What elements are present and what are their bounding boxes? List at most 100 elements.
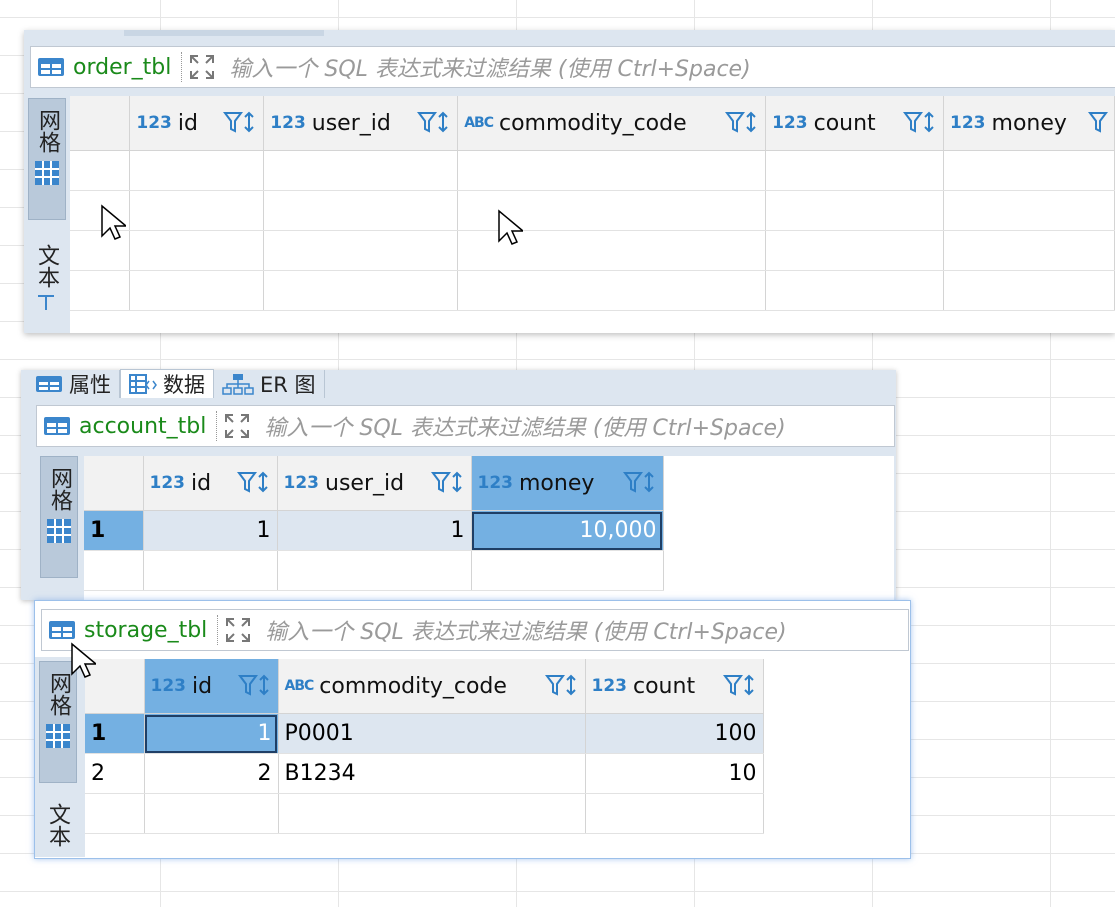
cell[interactable] — [143, 550, 278, 591]
row-header[interactable]: 2 — [85, 753, 145, 794]
view-switcher: 网格 文本 — [35, 657, 85, 857]
column-label: commodity_code — [498, 110, 687, 136]
cell[interactable] — [129, 270, 265, 311]
row-header[interactable] — [70, 150, 131, 191]
column-header-id[interactable]: 123 id — [144, 659, 279, 714]
filter-sort-icon[interactable] — [544, 673, 579, 699]
filter-sort-icon[interactable] — [622, 470, 657, 496]
row-header[interactable]: 1 — [85, 713, 145, 754]
cell[interactable] — [765, 150, 945, 191]
separator — [217, 615, 219, 645]
tab-label: ER 图 — [260, 373, 316, 397]
mouse-cursor-icon — [71, 642, 96, 678]
cell-commodity-code[interactable]: B1234 — [278, 753, 586, 794]
expand-icon[interactable] — [225, 617, 251, 643]
tab-data[interactable]: 数据 — [120, 369, 214, 398]
cell[interactable] — [471, 550, 664, 591]
table-row[interactable]: 1 1 1 10,000 — [84, 510, 894, 551]
cell[interactable] — [263, 270, 459, 311]
row-header[interactable] — [70, 270, 131, 311]
cell[interactable] — [765, 230, 945, 271]
filter-sort-icon[interactable] — [223, 110, 257, 136]
filter-sort-icon[interactable] — [417, 110, 451, 136]
cell[interactable] — [129, 190, 265, 231]
table-row[interactable]: 1 1 P0001 100 — [85, 713, 909, 754]
cell-id[interactable]: 1 — [143, 510, 278, 551]
cell-money[interactable]: 10,000 — [471, 510, 664, 551]
mouse-cursor-icon — [498, 209, 523, 245]
filter-sort-icon[interactable] — [430, 470, 465, 496]
column-header-commodity-code[interactable]: ABC commodity_code — [457, 96, 767, 151]
table-row — [70, 230, 1115, 271]
column-header-commodity-code[interactable]: ABC commodity_code — [278, 659, 586, 714]
table-row — [70, 270, 1115, 311]
row-filler — [763, 794, 909, 834]
column-header-user-id[interactable]: 123 user_id — [263, 96, 459, 151]
column-header-id[interactable]: 123 id — [129, 96, 265, 151]
filter-input[interactable]: 输入一个 SQL 表达式来过滤结果 (使用 Ctrl+Space) — [265, 614, 786, 646]
row-header[interactable] — [84, 550, 144, 591]
separator — [216, 411, 218, 441]
column-header-money[interactable]: 123 money — [943, 96, 1115, 151]
cell-id[interactable]: 1 — [144, 713, 279, 754]
column-header-count[interactable]: 123 count — [765, 96, 945, 151]
cell[interactable] — [585, 793, 764, 834]
header-row: 123 id 123 user_id ABC commodity_code 123 co… — [70, 96, 1115, 151]
number-type-icon: 123 — [950, 113, 986, 133]
table-row[interactable]: 2 2 B1234 10 — [85, 753, 909, 794]
corner-cell[interactable] — [70, 96, 131, 151]
column-header-count[interactable]: 123 count — [585, 659, 764, 714]
filter-sort-icon[interactable] — [903, 110, 937, 136]
cell[interactable] — [263, 190, 459, 231]
cell-user-id[interactable]: 1 — [277, 510, 472, 551]
tab-er-diagram[interactable]: ER 图 — [214, 370, 325, 398]
cell[interactable] — [943, 190, 1115, 231]
filter-input[interactable]: 输入一个 SQL 表达式来过滤结果 (使用 Ctrl+Space) — [229, 51, 750, 83]
filter-sort-icon[interactable] — [237, 673, 272, 699]
header-row: 123 id ABC commodity_code 123 count — [85, 659, 909, 714]
tab-properties[interactable]: 属性 — [27, 370, 120, 398]
row-header[interactable]: 1 — [84, 510, 144, 551]
cell[interactable] — [457, 270, 767, 311]
header-row: 123 id 123 user_id 123 money — [84, 456, 894, 511]
filter-sort-icon[interactable] — [1088, 110, 1108, 136]
cell[interactable] — [129, 150, 265, 191]
column-header-money[interactable]: 123 money — [471, 456, 664, 511]
table-name: storage_tbl — [84, 617, 208, 643]
cell[interactable] — [943, 270, 1115, 311]
cell[interactable] — [144, 793, 279, 834]
cell[interactable] — [263, 150, 459, 191]
cell[interactable] — [263, 230, 459, 271]
filter-sort-icon[interactable] — [236, 470, 271, 496]
mouse-cursor-icon — [101, 204, 126, 240]
column-label: count — [813, 110, 876, 136]
tab-text[interactable]: 文本 — [28, 234, 64, 334]
corner-cell[interactable] — [84, 456, 144, 511]
cell[interactable] — [765, 270, 945, 311]
cell[interactable] — [277, 550, 472, 591]
row-header[interactable] — [85, 793, 145, 834]
cell[interactable] — [765, 190, 945, 231]
cell[interactable] — [943, 230, 1115, 271]
cell[interactable] — [129, 230, 265, 271]
column-header-user-id[interactable]: 123 user_id — [277, 456, 472, 511]
table-icon — [44, 417, 70, 435]
cell-count[interactable]: 10 — [585, 753, 764, 794]
grid-icon — [47, 519, 71, 543]
cell-count[interactable]: 100 — [585, 713, 764, 754]
filter-sort-icon[interactable] — [722, 673, 757, 699]
filter-sort-icon[interactable] — [725, 110, 759, 136]
filter-input[interactable]: 输入一个 SQL 表达式来过滤结果 (使用 Ctrl+Space) — [264, 410, 785, 442]
expand-icon[interactable] — [224, 413, 250, 439]
column-label: id — [192, 673, 213, 699]
cell[interactable] — [457, 150, 767, 191]
expand-icon[interactable] — [189, 54, 215, 80]
tab-grid[interactable]: 网格 — [28, 98, 66, 220]
tab-text[interactable]: 文本 — [39, 795, 75, 855]
column-header-id[interactable]: 123 id — [143, 456, 278, 511]
cell[interactable] — [943, 150, 1115, 191]
cell-id[interactable]: 2 — [144, 753, 279, 794]
tab-grid[interactable]: 网格 — [40, 456, 78, 578]
cell-commodity-code[interactable]: P0001 — [278, 713, 586, 754]
cell[interactable] — [278, 793, 586, 834]
